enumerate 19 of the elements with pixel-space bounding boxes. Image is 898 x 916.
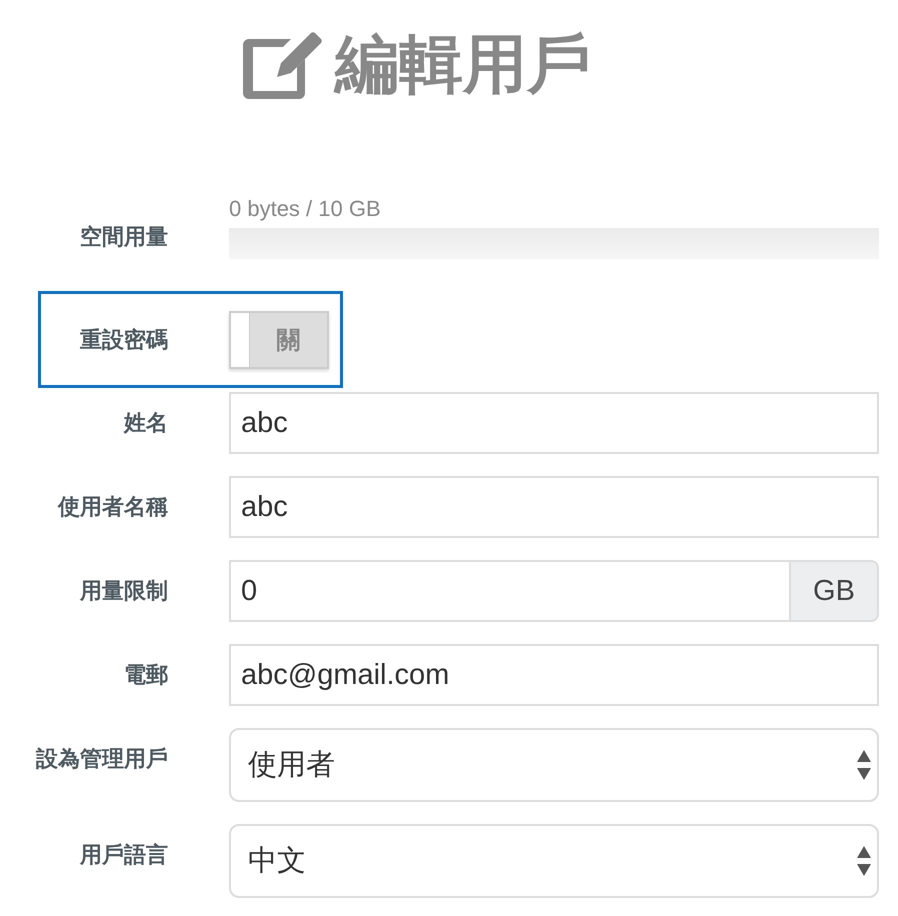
field-label: 姓名 (122, 409, 168, 437)
select-field[interactable]: 中文 (229, 824, 879, 898)
select-field[interactable]: 使用者 (229, 728, 879, 802)
field-label: 重設密碼 (79, 326, 168, 354)
field-label: 電郵 (123, 661, 168, 689)
storage-reading: 0 bytes / 10 GB (229, 196, 382, 222)
field-label: 設為管理用戶 (34, 745, 168, 773)
updown-icon (857, 750, 871, 780)
input-field[interactable]: abc@gmail.com (229, 644, 879, 706)
input-field[interactable]: 0 (229, 560, 791, 622)
updown-icon (857, 846, 871, 876)
field-label: 用戶語言 (78, 841, 168, 869)
input-field[interactable]: abc (229, 392, 879, 454)
input-field[interactable]: abc (229, 476, 879, 538)
page-title: 編輯用戶 (335, 33, 591, 97)
unit-addon: GB (791, 560, 879, 622)
field-label: 用量限制 (78, 577, 168, 605)
field-label: 空間用量 (79, 223, 168, 251)
field-label: 使用者名稱 (56, 493, 168, 521)
